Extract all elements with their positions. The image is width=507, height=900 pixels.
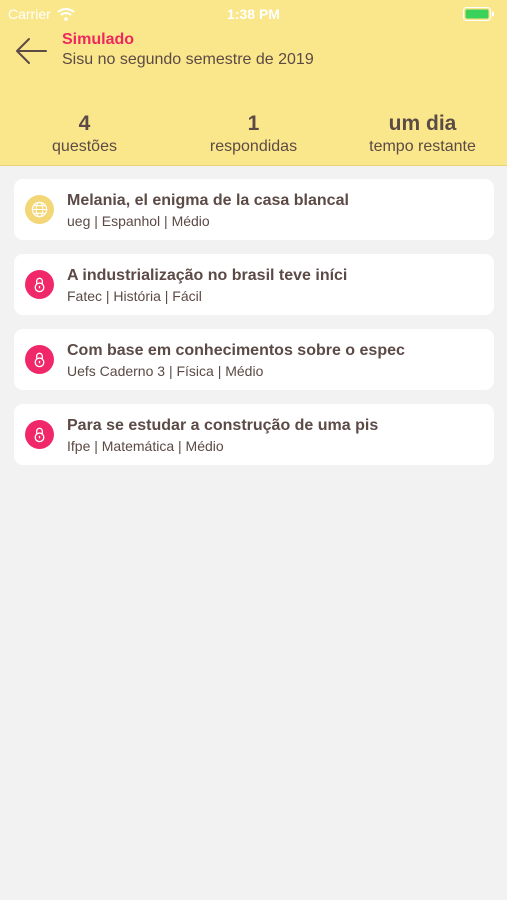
page-subtitle: Sisu no segundo semestre de 2019 <box>62 51 314 68</box>
question-title: Para se estudar a construção de uma pis <box>67 417 379 434</box>
stats-bar: 4 questões 1 respondidas um dia tempo re… <box>0 112 507 162</box>
status-bar: Carrier 1:38 PM <box>0 0 507 28</box>
question-card[interactable]: A industrialização no brasil teve iníci … <box>14 254 494 315</box>
clock: 1:38 PM <box>227 6 280 22</box>
question-meta: ueg | Espanhol | Médio <box>67 213 210 229</box>
question-title: A industrialização no brasil teve iníci <box>67 267 348 284</box>
lock-icon <box>25 345 54 374</box>
stat-label: questões <box>52 138 117 155</box>
stat-label: respondidas <box>209 138 298 155</box>
question-meta: Uefs Caderno 3 | Física | Médio <box>67 363 264 379</box>
question-card[interactable]: Para se estudar a construção de uma pis … <box>14 404 494 465</box>
question-meta: Ifpe | Matemática | Médio <box>67 438 224 454</box>
lock-icon <box>25 420 54 449</box>
question-list: Melania, el enigma de la casa blancal ue… <box>14 179 494 479</box>
stat-answered: 1 respondidas <box>169 112 338 162</box>
stat-time-remaining: um dia tempo restante <box>338 112 507 162</box>
question-title: Melania, el enigma de la casa blancal <box>67 192 349 209</box>
globe-icon <box>25 195 54 224</box>
arrow-left-icon[interactable] <box>14 36 48 66</box>
question-title: Com base em conhecimentos sobre o espec <box>67 342 405 359</box>
stat-label: tempo restante <box>369 138 476 155</box>
header: Carrier 1:38 PM Simulado Sisu no segundo… <box>0 0 507 166</box>
lock-icon <box>25 270 54 299</box>
battery-icon <box>463 7 494 21</box>
stat-value: 1 <box>247 112 260 135</box>
stat-value: 4 <box>78 112 91 135</box>
stat-value: um dia <box>388 112 457 135</box>
page-title: Simulado <box>62 31 135 48</box>
question-meta: Fatec | História | Fácil <box>67 288 202 304</box>
question-card[interactable]: Melania, el enigma de la casa blancal ue… <box>14 179 494 240</box>
question-card[interactable]: Com base em conhecimentos sobre o espec … <box>14 329 494 390</box>
stat-questions: 4 questões <box>0 112 169 162</box>
